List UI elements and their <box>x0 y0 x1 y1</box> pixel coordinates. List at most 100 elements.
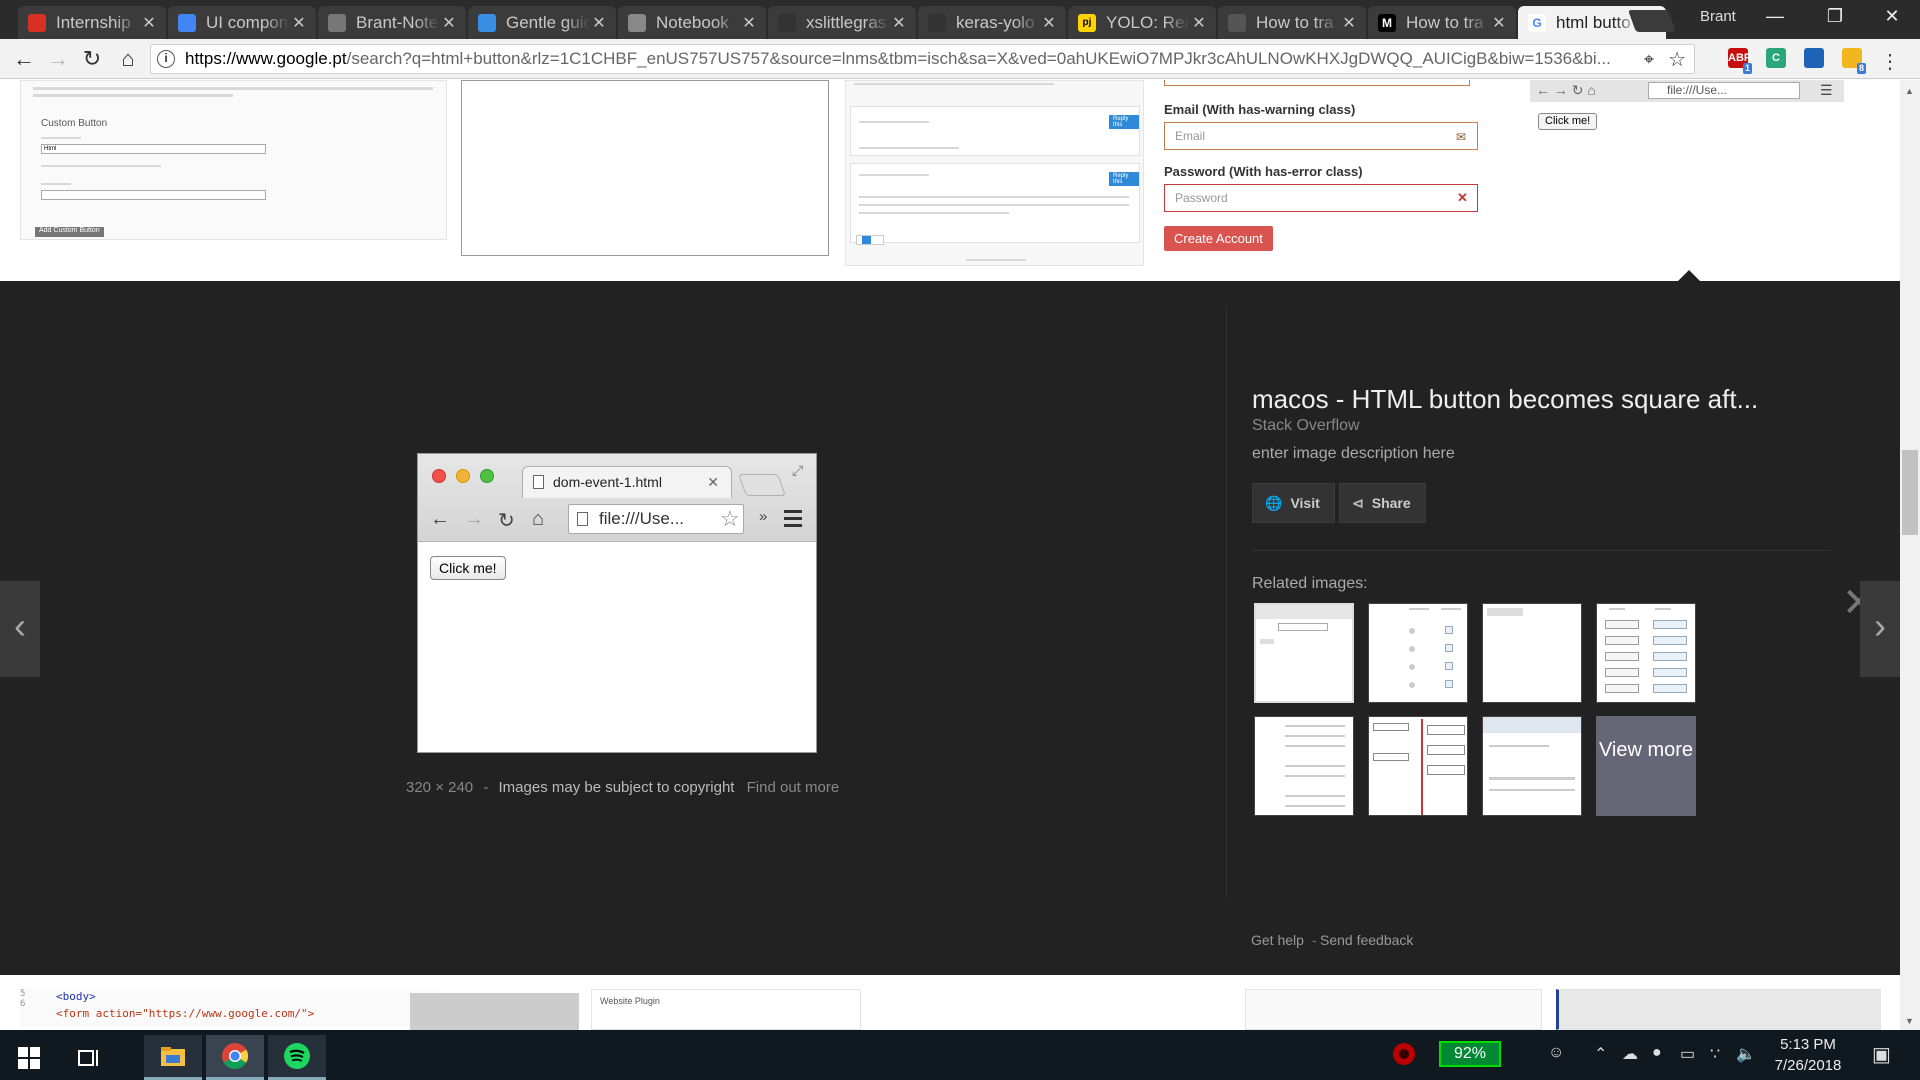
wifi-icon[interactable]: ∵ <box>1710 1044 1720 1064</box>
result-thumbnail-selected[interactable]: ← → ↻ ⌂ file:///Use... ☰ Click me! <box>1530 80 1844 268</box>
maximize-icon[interactable]: ❐ <box>1805 6 1865 32</box>
result-thumbnail[interactable] <box>461 80 829 256</box>
onedrive-icon[interactable]: ☁ <box>1622 1044 1638 1064</box>
start-icon[interactable] <box>0 1035 58 1080</box>
scroll-down-icon[interactable]: ▼ <box>1905 1016 1914 1026</box>
tab-close-icon[interactable]: ✕ <box>740 13 758 33</box>
forward-icon[interactable]: → <box>44 45 72 73</box>
browser-tab[interactable]: Notebook ✕ <box>618 6 766 39</box>
home-icon[interactable]: ⌂ <box>114 45 142 73</box>
find-out-more-link[interactable]: Find out more <box>747 779 840 796</box>
url-host: https://www.google.pt <box>185 49 347 68</box>
image-description: enter image description here <box>1252 445 1455 462</box>
result-thumbnail[interactable] <box>1556 989 1881 1030</box>
extension-icon[interactable]: C <box>1766 48 1786 68</box>
scroll-up-icon[interactable]: ▲ <box>1905 86 1914 96</box>
system-clock[interactable]: 5:13 PM 7/26/2018 <box>1760 1034 1856 1076</box>
result-thumbnail[interactable] <box>1245 989 1542 1030</box>
get-help-link[interactable]: Get help <box>1251 932 1304 948</box>
chrome-icon[interactable] <box>206 1035 264 1080</box>
related-image[interactable] <box>1368 603 1468 703</box>
tab-close-icon[interactable]: ✕ <box>1490 13 1508 33</box>
related-image[interactable] <box>1368 716 1468 816</box>
preview-image[interactable]: dom-event-1.html ✕ ⤢ ← → ↻ ⌂ file:///Use… <box>417 453 817 753</box>
tab-close-icon[interactable]: ✕ <box>1040 13 1058 33</box>
related-image[interactable] <box>1482 603 1582 703</box>
action-center-icon[interactable]: ▣ <box>1872 1042 1891 1067</box>
visit-button[interactable]: 🌐 Visit <box>1252 483 1335 523</box>
show-hidden-icons[interactable]: ⌃ <box>1594 1044 1607 1064</box>
result-thumbnail[interactable]: 56 <body> <form action="https://www.goog… <box>20 989 440 1027</box>
browser-tab[interactable]: How to tra ✕ <box>1218 6 1366 39</box>
github-icon <box>928 13 946 32</box>
related-image[interactable] <box>1596 603 1696 703</box>
spotify-icon[interactable] <box>268 1035 326 1080</box>
result-thumbnail[interactable] <box>410 993 579 1030</box>
tab-close-icon[interactable]: ✕ <box>290 13 308 33</box>
url-path: /search?q=html+button&rlz=1C1CHBF_enUS75… <box>346 49 1611 68</box>
send-feedback-link[interactable]: Send feedback <box>1320 932 1413 948</box>
battery-percent-badge[interactable]: 92% <box>1439 1041 1501 1067</box>
next-image-icon[interactable]: › <box>1860 581 1900 677</box>
bookmark-star-icon[interactable]: ☆ <box>1668 47 1686 72</box>
view-more-button[interactable]: View more <box>1596 716 1696 816</box>
extension-icon[interactable]: 8 <box>1842 48 1866 74</box>
location-icon[interactable]: ⌖ <box>1644 49 1654 70</box>
browser-tab[interactable]: Brant-Note ✕ <box>318 6 466 39</box>
volume-icon[interactable]: 🔈 <box>1736 1044 1756 1064</box>
back-icon[interactable]: ← <box>10 45 38 73</box>
browser-menu-icon[interactable]: ⋮ <box>1880 49 1900 74</box>
tab-close-icon[interactable]: ✕ <box>1340 13 1358 33</box>
url-text[interactable]: https://www.google.pt/search?q=html+butt… <box>185 49 1644 69</box>
share-button[interactable]: ⊲ Share <box>1339 483 1426 523</box>
file-explorer-icon[interactable] <box>144 1035 202 1080</box>
app-tray-icon[interactable]: ● <box>1652 1044 1662 1062</box>
browser-tab[interactable]: xslittlegras ✕ <box>768 6 916 39</box>
tab-close-icon[interactable]: ✕ <box>140 13 158 33</box>
tab-close-icon[interactable]: ✕ <box>890 13 908 33</box>
tab-close-icon[interactable]: ✕ <box>1190 13 1208 33</box>
extension-icon[interactable] <box>1804 48 1824 68</box>
new-tab-button[interactable] <box>1627 10 1677 32</box>
browser-tab[interactable]: Gentle guid ✕ <box>468 6 616 39</box>
tab-close-icon[interactable]: ✕ <box>590 13 608 33</box>
back-icon: ← → ↻ ⌂ <box>1536 82 1596 98</box>
minimize-icon[interactable]: — <box>1745 6 1805 32</box>
related-image[interactable] <box>1482 716 1582 816</box>
page-scrollbar[interactable]: ▲ ▼ <box>1900 80 1920 1030</box>
result-thumbnail[interactable]: Website Plugin <box>591 989 861 1030</box>
related-image[interactable] <box>1254 603 1354 703</box>
tab-title: xslittlegras <box>806 12 887 32</box>
result-thumbnail[interactable]: Reply this Reply this <box>845 80 1144 266</box>
image-source[interactable]: Stack Overflow <box>1252 417 1360 435</box>
address-bar[interactable]: i https://www.google.pt/search?q=html+bu… <box>150 44 1695 74</box>
result-thumbnail[interactable]: Custom Button Html Add Custom Button <box>20 80 447 240</box>
browser-tab[interactable]: M How to tra ✕ <box>1368 6 1516 39</box>
browser-tab[interactable]: keras-yolo ✕ <box>918 6 1066 39</box>
browser-tab[interactable]: Internship ✕ <box>18 6 166 39</box>
browser-tab[interactable]: pj YOLO: Real ✕ <box>1068 6 1216 39</box>
tab-close-icon[interactable]: ✕ <box>440 13 458 33</box>
tab-title: keras-yolo <box>956 12 1035 32</box>
windows-taskbar: 92% ☺ ⌃ ☁ ● ▭ ∵ 🔈 5:13 PM 7/26/2018 ▣ <box>0 1030 1920 1080</box>
profile-name[interactable]: Brant <box>1700 8 1736 25</box>
browser-tab[interactable]: UI compon ✕ <box>168 6 316 39</box>
share-label: Share <box>1371 495 1411 511</box>
battery-icon[interactable]: ▭ <box>1680 1044 1695 1064</box>
reload-icon[interactable]: ↻ <box>78 45 106 73</box>
window-close-icon[interactable]: ✕ <box>1862 6 1920 32</box>
site-info-icon[interactable]: i <box>157 50 175 68</box>
extension-icon[interactable]: ABP 1 <box>1728 48 1752 74</box>
related-image[interactable] <box>1254 716 1354 816</box>
result-thumbnail[interactable]: Email (With has-warning class) Email ✉ P… <box>1156 80 1478 268</box>
antivirus-tray-icon[interactable] <box>1392 1042 1416 1071</box>
tab-title: UI compon <box>206 12 289 32</box>
email-field: Email <box>1164 122 1478 150</box>
previous-image-icon[interactable]: ‹ <box>0 581 40 677</box>
email-label: Email (With has-warning class) <box>1164 102 1356 117</box>
share-icon: ⊲ <box>1352 494 1364 511</box>
task-view-icon[interactable] <box>60 1035 118 1080</box>
scrollbar-thumb[interactable] <box>1902 450 1918 535</box>
image-title[interactable]: macos - HTML button becomes square aft..… <box>1252 384 1758 415</box>
people-icon[interactable]: ☺ <box>1548 1044 1564 1062</box>
